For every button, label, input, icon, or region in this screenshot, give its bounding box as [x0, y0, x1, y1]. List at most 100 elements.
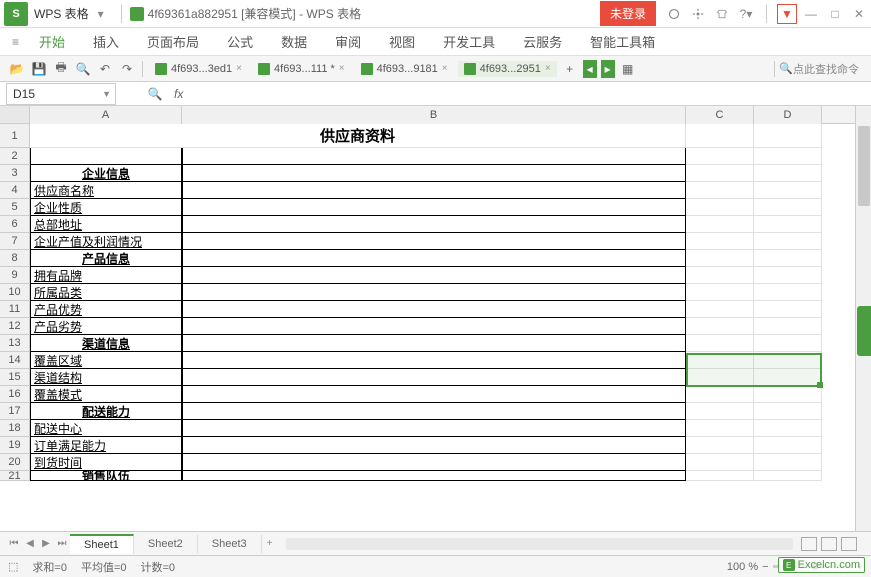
cell-label[interactable]	[30, 148, 182, 165]
cell-value[interactable]	[182, 386, 686, 403]
doc-tab-1[interactable]: 4f693...3ed1×	[149, 61, 248, 77]
cell[interactable]	[754, 454, 822, 471]
menu-data[interactable]: 数据	[267, 28, 321, 55]
doc-tab-4[interactable]: 4f693...2951×	[458, 61, 557, 77]
next-sheet-icon[interactable]: ▶	[38, 536, 54, 552]
cell[interactable]	[686, 454, 754, 471]
select-all-corner[interactable]	[0, 106, 30, 124]
maximize-icon[interactable]: □	[825, 4, 845, 24]
cell[interactable]	[754, 369, 822, 386]
cell-label[interactable]: 销售队伍	[30, 471, 182, 481]
save-icon[interactable]: 💾	[30, 60, 48, 78]
cell[interactable]	[686, 301, 754, 318]
row-header[interactable]: 20	[0, 454, 30, 471]
row-header[interactable]: 13	[0, 335, 30, 352]
menu-cloud[interactable]: 云服务	[509, 28, 576, 55]
cell[interactable]	[754, 352, 822, 369]
cell-value[interactable]	[182, 369, 686, 386]
cell-value[interactable]	[182, 301, 686, 318]
cell[interactable]	[754, 250, 822, 267]
cell-label[interactable]: 覆盖模式	[30, 386, 182, 403]
row-header[interactable]: 5	[0, 199, 30, 216]
cell[interactable]	[686, 386, 754, 403]
menu-review[interactable]: 审阅	[321, 28, 375, 55]
help-icon[interactable]: ?▾	[736, 4, 756, 24]
gear-icon[interactable]	[688, 4, 708, 24]
doc-tab-2[interactable]: 4f693...111 *×	[252, 61, 351, 77]
cell[interactable]	[686, 318, 754, 335]
cell[interactable]	[754, 284, 822, 301]
cell-label[interactable]: 渠道结构	[30, 369, 182, 386]
add-sheet-icon[interactable]: +	[262, 536, 278, 552]
cell[interactable]	[686, 267, 754, 284]
cell-value[interactable]	[182, 284, 686, 301]
undo-icon[interactable]: ↶	[96, 60, 114, 78]
row-header[interactable]: 4	[0, 182, 30, 199]
cell[interactable]	[686, 437, 754, 454]
title-cell[interactable]: 供应商资料	[30, 124, 686, 148]
cell-value[interactable]	[182, 216, 686, 233]
col-header-B[interactable]: B	[182, 106, 686, 124]
cell-value[interactable]	[182, 335, 686, 352]
cell[interactable]	[686, 148, 754, 165]
menu-view[interactable]: 视图	[375, 28, 429, 55]
cell-value[interactable]	[182, 267, 686, 284]
cell[interactable]	[686, 124, 754, 148]
first-sheet-icon[interactable]: ⏮	[6, 536, 22, 552]
open-icon[interactable]: 📂	[8, 60, 26, 78]
row-header[interactable]: 15	[0, 369, 30, 386]
cell[interactable]	[686, 284, 754, 301]
menu-formula[interactable]: 公式	[213, 28, 267, 55]
menu-smarttools[interactable]: 智能工具箱	[576, 28, 669, 55]
cell-value[interactable]	[182, 165, 686, 182]
side-panel-tab[interactable]	[857, 306, 871, 356]
app-dropdown-icon[interactable]: ▾	[91, 4, 111, 24]
row-header[interactable]: 6	[0, 216, 30, 233]
cell[interactable]	[754, 318, 822, 335]
row-header[interactable]: 1	[0, 124, 30, 148]
name-box-dropdown-icon[interactable]: ▼	[102, 89, 111, 99]
menu-pagelayout[interactable]: 页面布局	[133, 28, 213, 55]
sheet-tab-1[interactable]: Sheet1	[70, 534, 134, 554]
zoom-level[interactable]: 100 %	[727, 561, 758, 573]
row-header[interactable]: 2	[0, 148, 30, 165]
cell[interactable]	[754, 301, 822, 318]
scrollbar-thumb[interactable]	[858, 126, 870, 206]
sheet-body[interactable]: A B C D 1供应商资料23企业信息4供应商名称5企业性质6总部地址7企业产…	[0, 106, 855, 531]
cell[interactable]	[754, 471, 822, 481]
cell-value[interactable]	[182, 403, 686, 420]
cell-label[interactable]: 配送能力	[30, 403, 182, 420]
close-icon[interactable]: ✕	[849, 4, 869, 24]
cell[interactable]	[686, 182, 754, 199]
cell[interactable]	[754, 182, 822, 199]
row-header[interactable]: 9	[0, 267, 30, 284]
cell-label[interactable]: 企业产值及利润情况	[30, 233, 182, 250]
cell-label[interactable]: 到货时间	[30, 454, 182, 471]
cell[interactable]	[754, 148, 822, 165]
cell[interactable]	[754, 403, 822, 420]
cell[interactable]	[686, 250, 754, 267]
add-tab-icon[interactable]: +	[561, 60, 579, 78]
search-command[interactable]: 🔍 点此查找命令	[779, 61, 859, 77]
skin-icon[interactable]	[712, 4, 732, 24]
close-tab-icon[interactable]: ×	[545, 63, 551, 74]
cell-label[interactable]: 渠道信息	[30, 335, 182, 352]
row-header[interactable]: 12	[0, 318, 30, 335]
row-header[interactable]: 19	[0, 437, 30, 454]
cell[interactable]	[754, 165, 822, 182]
row-header[interactable]: 17	[0, 403, 30, 420]
cell-label[interactable]: 企业性质	[30, 199, 182, 216]
sheet-tab-2[interactable]: Sheet2	[134, 535, 198, 553]
col-header-A[interactable]: A	[30, 106, 182, 124]
cell[interactable]	[686, 233, 754, 250]
cell[interactable]	[754, 216, 822, 233]
prev-sheet-icon[interactable]: ◀	[22, 536, 38, 552]
cell-value[interactable]	[182, 454, 686, 471]
cell[interactable]	[686, 352, 754, 369]
doc-tab-3[interactable]: 4f693...9181×	[355, 61, 454, 77]
cell-label[interactable]: 产品优势	[30, 301, 182, 318]
close-tab-icon[interactable]: ×	[236, 63, 242, 74]
view-pagebreak-icon[interactable]	[821, 537, 837, 551]
cell[interactable]	[754, 233, 822, 250]
row-header[interactable]: 11	[0, 301, 30, 318]
